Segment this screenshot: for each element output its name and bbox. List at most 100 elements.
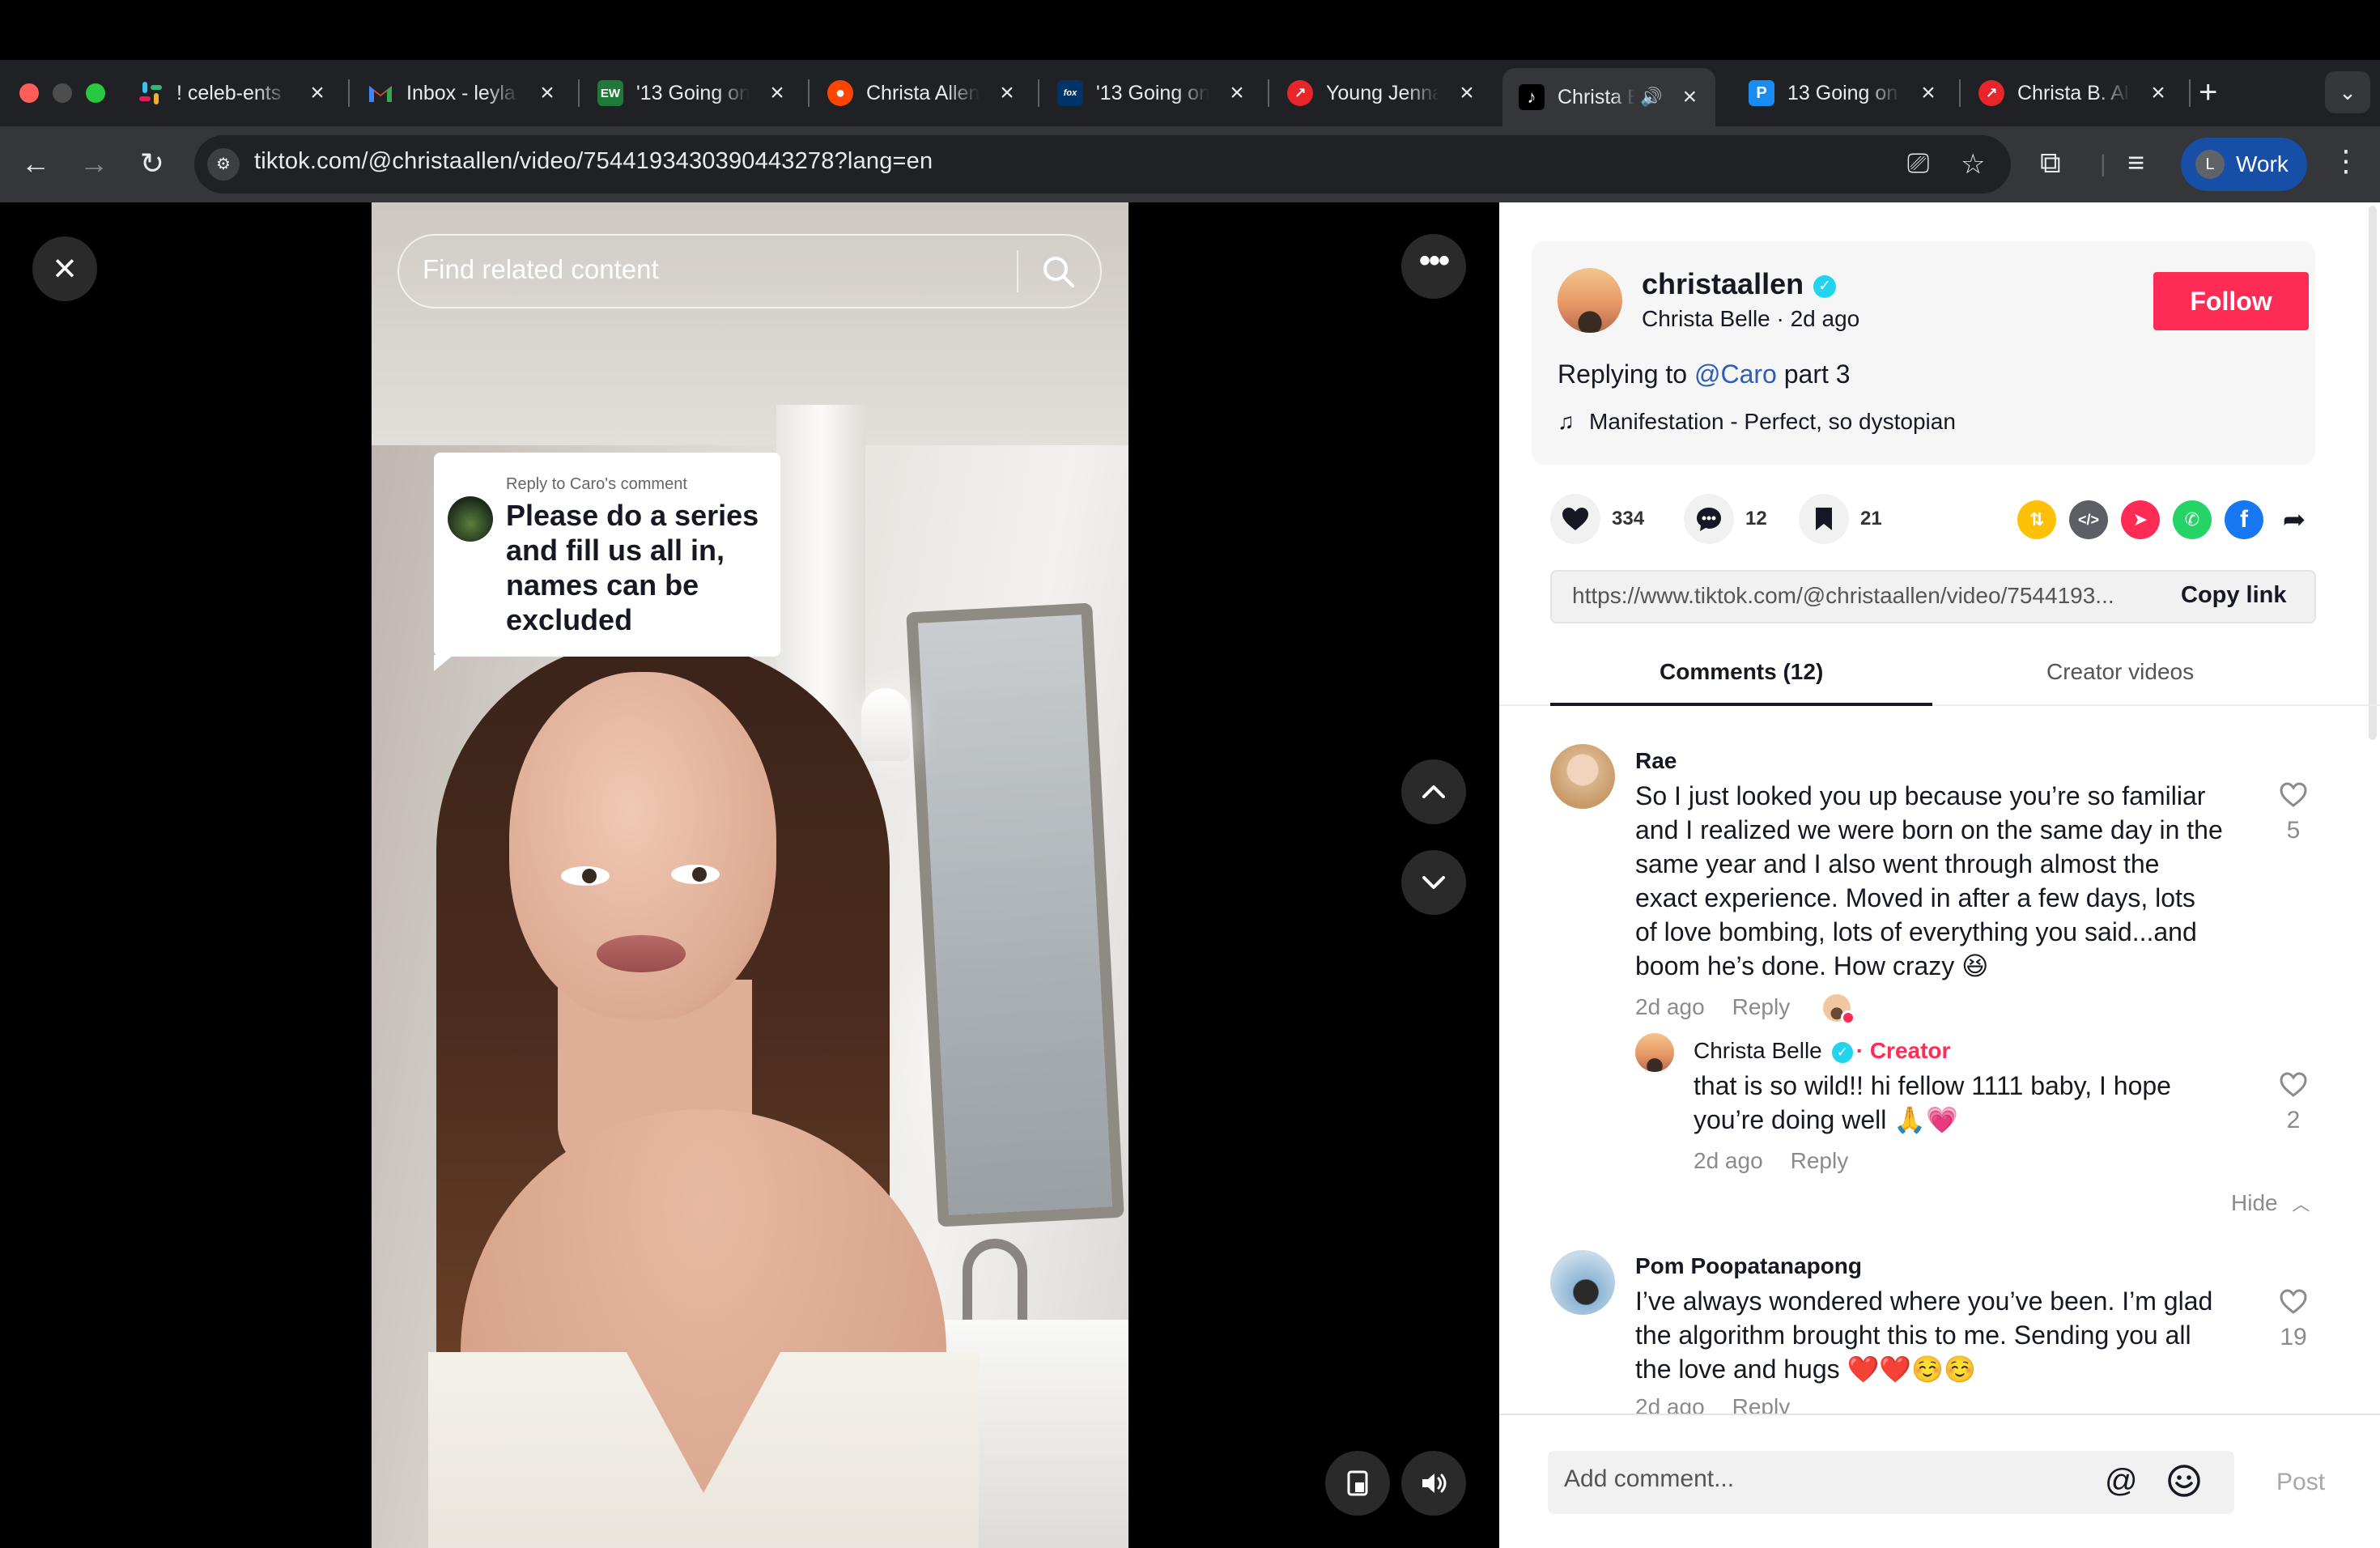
related-search-input[interactable] [423, 254, 1005, 285]
scene-eye [561, 866, 610, 886]
emoji-icon[interactable] [2166, 1463, 2202, 1499]
tab-ew[interactable]: EW '13 Going on × [581, 68, 803, 118]
tab-close-icon[interactable]: × [996, 79, 1018, 107]
embed-icon[interactable]: </> [2069, 500, 2108, 539]
post-button[interactable]: Post [2276, 1469, 2325, 1496]
heart-outline-icon[interactable] [2279, 1072, 2308, 1098]
extensions-icon[interactable]: ⧉ [2040, 146, 2061, 181]
bookmark-icon[interactable] [1799, 494, 1849, 544]
more-options-button[interactable]: ••• [1401, 234, 1466, 299]
tab-search-button[interactable]: ⌄ [2325, 71, 2370, 113]
browser-menu-icon[interactable]: ⋮ [2331, 144, 2361, 178]
new-tab-button[interactable]: + [2199, 74, 2217, 111]
reply-sticker-heading: Reply to Caro's comment [506, 475, 687, 493]
follow-button[interactable]: Follow [2153, 272, 2309, 330]
tab-creator-videos[interactable]: Creator videos [2046, 659, 2194, 685]
tab-celeb-ents[interactable]: ! celeb-ents × [121, 68, 343, 118]
comment-line: of love bombing, lots of everything you … [1635, 917, 2197, 946]
send-icon[interactable]: ➤ [2121, 500, 2160, 539]
author-subline: Christa Belle · 2d ago [1642, 306, 1860, 331]
fox-news-icon: fox [1057, 80, 1083, 106]
media-controls-icon[interactable]: ≡ [2127, 146, 2144, 180]
author-handle[interactable]: christaallen ✓ [1642, 267, 1837, 301]
avatar[interactable] [1550, 744, 1615, 809]
trending-icon: ↗ [1978, 80, 2004, 106]
speaker-icon[interactable]: 🔊 [1640, 87, 1662, 108]
volume-icon [1422, 1474, 1447, 1493]
tab-comments[interactable]: Comments (12) [1660, 659, 1823, 685]
tab-young-jenna[interactable]: ↗ Young Jenna × [1271, 68, 1493, 118]
whatsapp-icon[interactable]: ✆ [2173, 500, 2212, 539]
copy-link-button[interactable]: Copy link [2181, 582, 2287, 609]
share-arrow-icon[interactable]: ➦ [2275, 500, 2314, 539]
forward-button[interactable]: → [74, 144, 113, 183]
save-stat[interactable]: 21 [1799, 494, 1882, 544]
floating-player-button[interactable] [1325, 1451, 1390, 1516]
tab-13-going-on[interactable]: P 13 Going on × [1732, 68, 1954, 118]
comment-author[interactable]: Christa Belle [1694, 1038, 1822, 1063]
author-avatar[interactable] [1558, 268, 1622, 333]
panel-scrollbar[interactable] [2365, 202, 2380, 746]
url-text[interactable]: tiktok.com/@christaallen/video/754419343… [254, 148, 933, 175]
comment-line: the algorithm brought this to me. Sendin… [1635, 1320, 2191, 1350]
site-info-icon[interactable]: ⚙ [207, 148, 240, 181]
heart-icon[interactable] [1550, 494, 1600, 544]
add-comment-input[interactable] [1564, 1465, 2082, 1493]
comment-author[interactable]: Pom Poopatanapong [1635, 1253, 1862, 1279]
tab-close-icon[interactable]: × [536, 79, 559, 107]
tab-christa-b-al[interactable]: ↗ Christa B. Al × [1962, 68, 2184, 118]
hide-replies-button[interactable]: Hide ︿ [2231, 1190, 2310, 1216]
close-video-button[interactable]: × [32, 236, 97, 301]
facebook-icon[interactable]: f [2225, 500, 2263, 539]
heart-outline-icon[interactable] [2279, 782, 2308, 808]
tab-close-icon[interactable]: × [766, 79, 788, 107]
tab-close-icon[interactable]: × [1678, 83, 1701, 111]
back-button[interactable]: ← [16, 144, 55, 183]
tab-inbox[interactable]: Inbox - leyla × [351, 68, 573, 118]
reply-button[interactable]: Reply [1732, 994, 1791, 1019]
tab-close-icon[interactable]: × [306, 79, 329, 107]
profile-button[interactable]: L Work [2181, 138, 2307, 191]
video-player[interactable] [372, 202, 1128, 1548]
video-caption: Replying to @Caro part 3 [1558, 359, 1851, 389]
reply-button[interactable]: Reply [1791, 1148, 1849, 1173]
video-link-text[interactable]: https://www.tiktok.com/@christaallen/vid… [1572, 583, 2155, 609]
mention-at-icon[interactable]: @ [2105, 1463, 2138, 1499]
maximize-window-button[interactable] [86, 83, 105, 103]
previous-video-button[interactable] [1401, 759, 1466, 824]
avatar[interactable] [1635, 1033, 1674, 1072]
caption-mention-link[interactable]: @Caro [1694, 359, 1777, 389]
tab-close-icon[interactable]: × [1456, 79, 1478, 107]
scene-eye [671, 865, 720, 884]
bookmark-star-icon[interactable]: ☆ [1961, 148, 1985, 181]
tab-close-icon[interactable]: × [1226, 79, 1248, 107]
comment-author[interactable]: Rae [1635, 748, 1677, 774]
comment-like[interactable]: 2 [2273, 1072, 2314, 1134]
tab-close-icon[interactable]: × [1917, 79, 1940, 107]
comment-text: I’ve always wondered where you’ve been. … [1635, 1284, 2212, 1386]
tab-divider [578, 79, 580, 107]
search-icon[interactable] [1039, 253, 1077, 290]
tab-fox-news[interactable]: fox '13 Going on × [1041, 68, 1263, 118]
comment-like[interactable]: 5 [2273, 782, 2314, 844]
like-stat[interactable]: 334 [1550, 494, 1644, 544]
next-video-button[interactable] [1401, 850, 1466, 915]
install-app-icon[interactable]: ⎚ [1907, 148, 1929, 180]
avatar[interactable] [1550, 1250, 1615, 1315]
volume-button[interactable] [1401, 1451, 1466, 1516]
reload-button[interactable]: ↻ [133, 144, 172, 183]
comment-like[interactable]: 19 [2273, 1289, 2314, 1351]
comment-stat[interactable]: 12 [1684, 494, 1767, 544]
repost-icon[interactable]: ⇅ [2017, 500, 2056, 539]
heart-outline-icon[interactable] [2279, 1289, 2308, 1315]
tab-reddit[interactable]: ● Christa Allen × [811, 68, 1033, 118]
tab-divider [2189, 79, 2191, 107]
close-window-button[interactable] [19, 83, 39, 103]
verified-badge-icon: ✓ [1813, 275, 1837, 298]
minimize-window-button[interactable] [53, 83, 72, 103]
tab-close-icon[interactable]: × [2147, 79, 2170, 107]
comment-bubble-icon[interactable] [1684, 494, 1734, 544]
author-handle-text: christaallen [1642, 267, 1804, 300]
music-link[interactable]: ♫ Manifestation - Perfect, so dystopian [1558, 409, 1956, 435]
tab-tiktok-active[interactable]: ♪ Christa B 🔊 × [1502, 68, 1716, 126]
